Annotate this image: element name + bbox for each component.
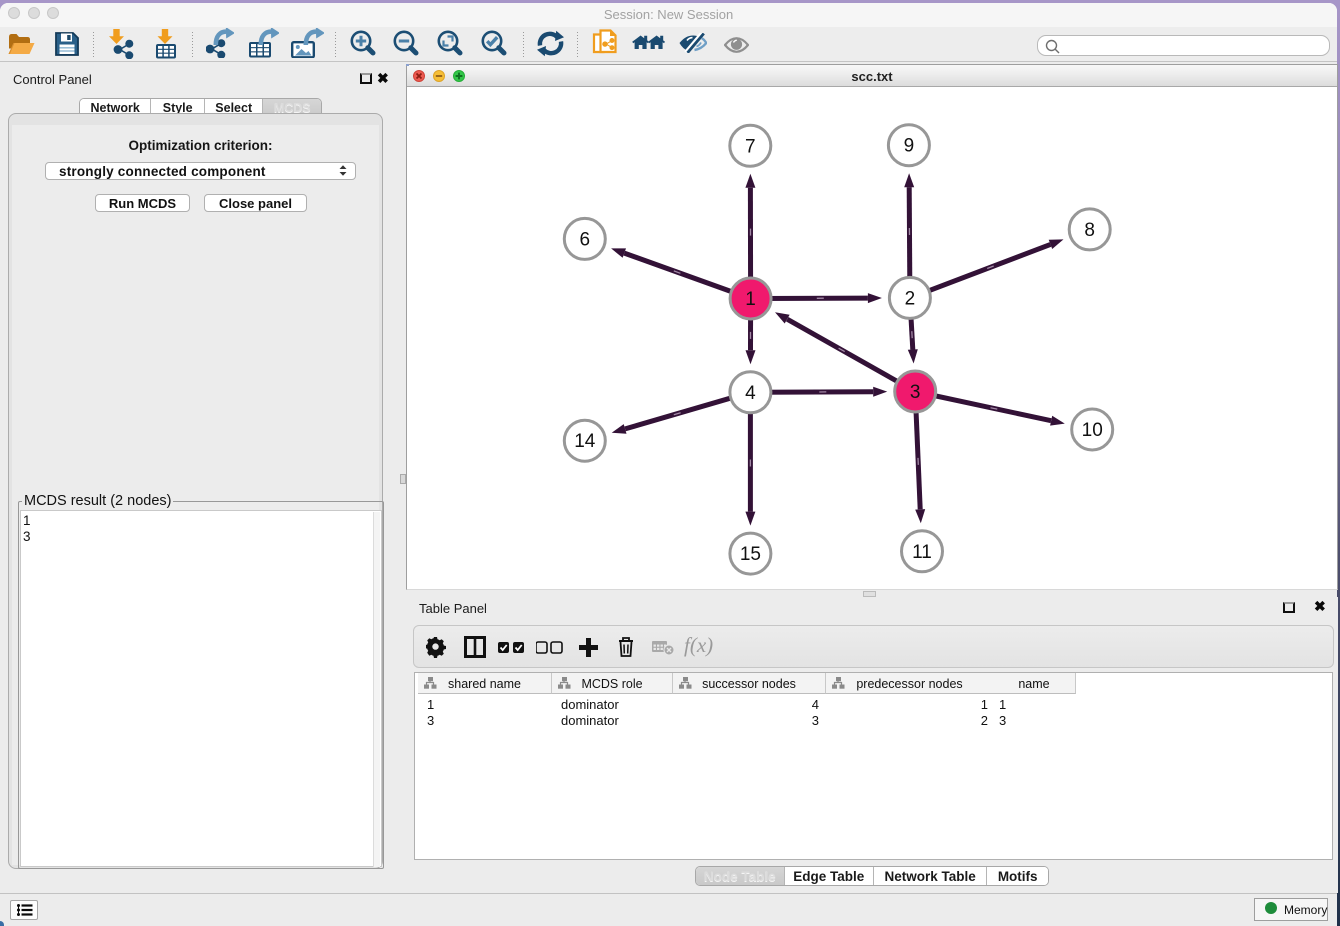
svg-text:2: 2 xyxy=(905,288,916,309)
svg-text:8: 8 xyxy=(1084,220,1095,241)
svg-text:4: 4 xyxy=(745,383,756,404)
svg-text:7: 7 xyxy=(745,136,756,157)
svg-text:1: 1 xyxy=(745,289,756,310)
svg-text:3: 3 xyxy=(910,382,921,403)
svg-text:10: 10 xyxy=(1082,420,1103,441)
svg-text:11: 11 xyxy=(912,542,932,563)
svg-text:15: 15 xyxy=(740,544,761,565)
svg-text:9: 9 xyxy=(904,136,915,157)
svg-text:f(x): f(x) xyxy=(684,635,713,657)
svg-text:6: 6 xyxy=(580,229,591,250)
svg-text:14: 14 xyxy=(574,431,596,452)
